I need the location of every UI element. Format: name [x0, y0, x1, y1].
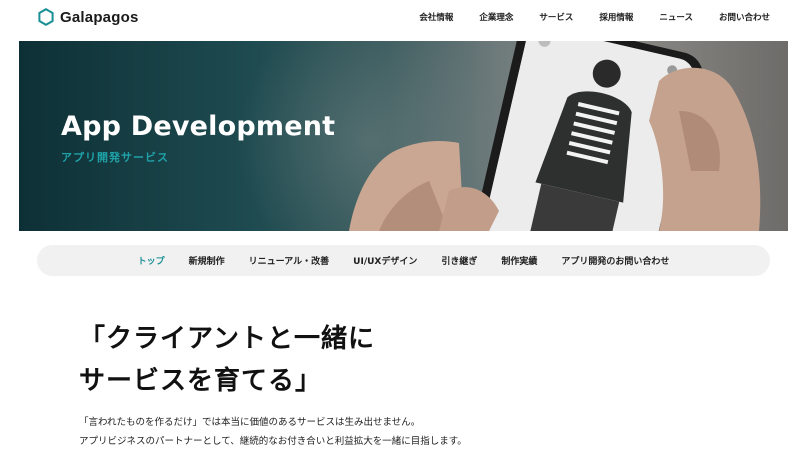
hero-subtitle: アプリ開発サービス [61, 151, 169, 164]
lead-paragraph: 「言われたものを作るだけ」では本当に価値のあるサービスは生み出せません。 アプリ… [79, 413, 467, 451]
nav-contact[interactable]: お問い合わせ [719, 11, 770, 23]
site-header: Galapagos 会社情報 企業理念 サービス 採用情報 ニュース お問い合わ… [0, 0, 800, 38]
section-headline: 「クライアントと一緒に サービスを育てる」 [79, 318, 375, 402]
nav-services[interactable]: サービス [539, 11, 573, 23]
subnav-item-takeover[interactable]: 引き継ぎ [441, 254, 477, 267]
nav-company[interactable]: 会社情報 [419, 11, 453, 23]
global-nav: 会社情報 企業理念 サービス 採用情報 ニュース お問い合わせ [393, 11, 770, 23]
subnav-item-top[interactable]: トップ [138, 254, 165, 267]
headline-line-2: サービスを育てる」 [79, 366, 323, 396]
nav-philosophy[interactable]: 企業理念 [479, 11, 513, 23]
subnav-item-renewal[interactable]: リニューアル・改善 [249, 254, 330, 267]
subnav-item-new-development[interactable]: 新規制作 [189, 254, 225, 267]
logo-text: Galapagos [60, 8, 139, 26]
subnav-item-ui-ux-design[interactable]: UI/UXデザイン [353, 254, 417, 267]
lead-line-1: 「言われたものを作るだけ」では本当に価値のあるサービスは生み出せません。 [79, 417, 421, 428]
hero-title: App Development [61, 111, 336, 142]
service-subnav: トップ 新規制作 リニューアル・改善 UI/UXデザイン 引き継ぎ 制作実績 ア… [37, 245, 770, 276]
subnav-item-works[interactable]: 制作実績 [501, 254, 537, 267]
hero-banner: App Development アプリ開発サービス [19, 41, 788, 231]
headline-line-1: 「クライアントと一緒に [79, 324, 375, 354]
site-logo[interactable]: Galapagos [38, 8, 139, 26]
hexagon-logo-icon [38, 8, 54, 26]
subnav-item-app-contact[interactable]: アプリ開発のお問い合わせ [561, 254, 669, 267]
nav-recruit[interactable]: 採用情報 [599, 11, 633, 23]
lead-line-2: アプリビジネスのパートナーとして、継続的なお付き合いと利益拡大を一緒に目指します… [79, 436, 467, 447]
nav-news[interactable]: ニュース [659, 11, 693, 23]
